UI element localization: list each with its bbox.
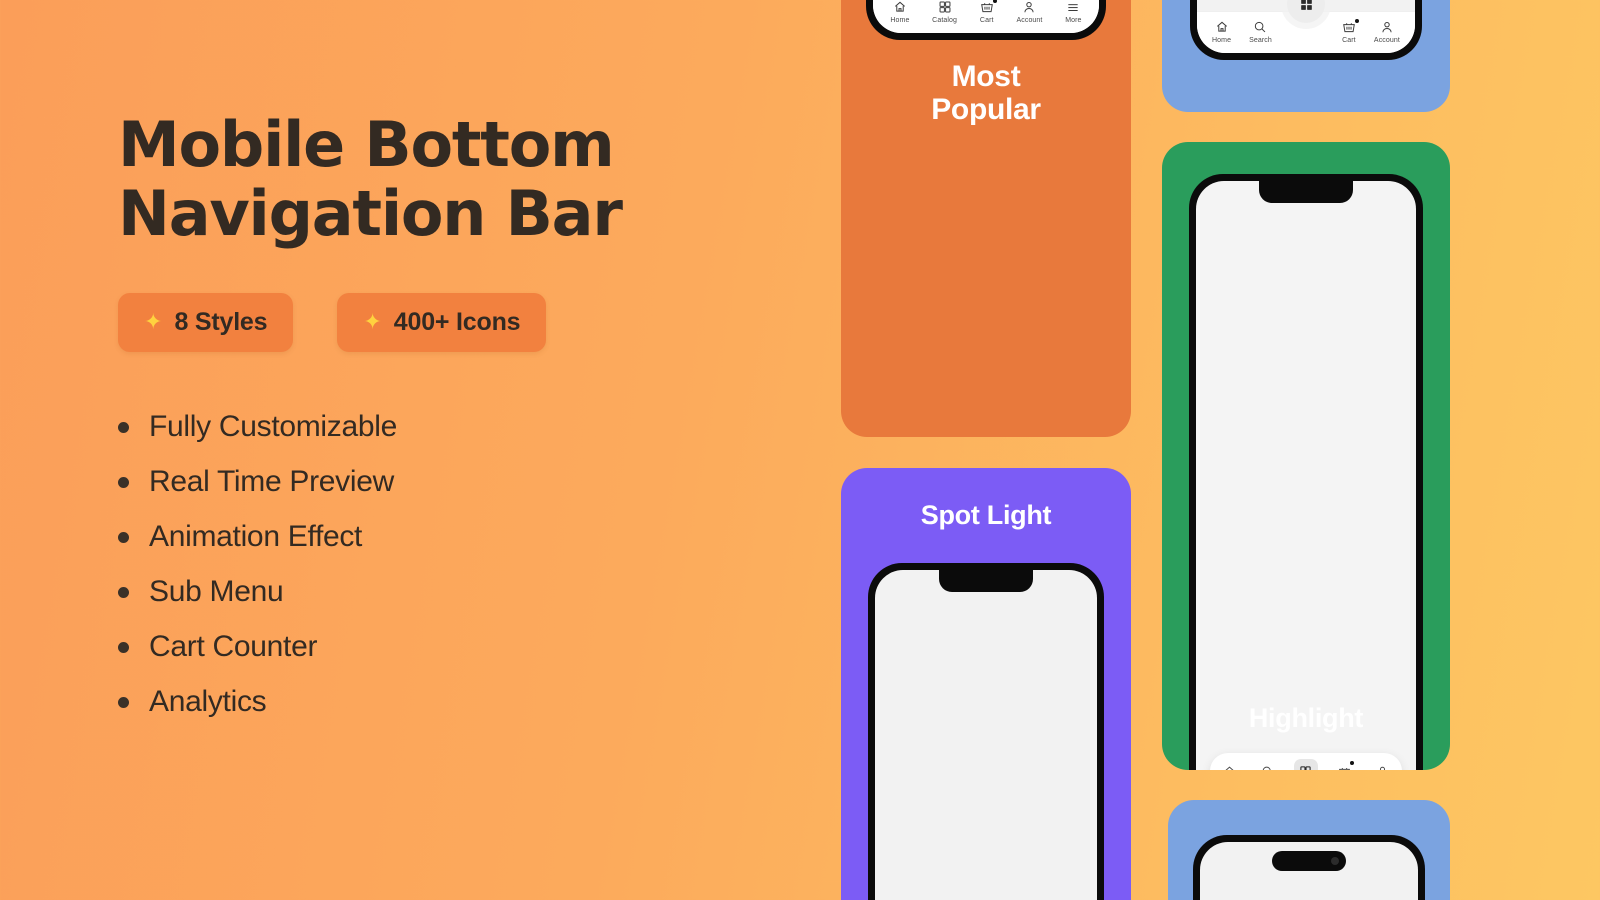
nav-item-home[interactable]: Home [890,0,909,24]
badge-8-styles[interactable]: ✦ 8 Styles [118,292,294,352]
bullet-icon [118,586,129,598]
nav-item-catalog-active[interactable] [1293,759,1318,770]
account-icon [1380,20,1394,34]
menu-icon [1066,0,1080,14]
nav-item-label: Home [1212,37,1232,44]
card-title-highlight: Highlight [1248,703,1364,733]
card-most-popular[interactable]: Search Gift Wishlist [841,0,1131,437]
nav-item-home[interactable] [1217,759,1241,770]
bullet-icon [118,641,129,653]
grid-icon [1300,0,1312,10]
page-title: Mobile Bottom Navigation Bar [118,108,623,251]
feature-label: Animation Effect [149,520,363,554]
feature-label: Real Time Preview [149,465,394,499]
nav-item-label: Account [1373,37,1400,44]
phone-screen: Home Search Cart Account [1197,0,1415,53]
cart-icon [1338,767,1350,770]
list-item: Real Time Preview [118,455,818,510]
nav-item-account[interactable] [1371,759,1395,770]
feature-list: Fully Customizable Real Time Preview Ani… [118,400,818,730]
bullet-icon [118,531,129,543]
dynamic-island [1272,851,1346,871]
cart-badge [1353,18,1360,24]
search-icon [1253,20,1267,34]
feature-label: Cart Counter [149,630,318,664]
bullet-icon [118,696,129,708]
card-spot-light[interactable]: Spot Light [841,468,1131,900]
home-icon [1224,766,1234,770]
badge-label: 8 Styles [174,307,268,336]
nav-item-home[interactable]: Home [1212,20,1231,44]
list-item: Fully Customizable [118,400,818,455]
nav-item-search[interactable] [1256,759,1280,770]
nav-item-label: More [1065,17,1082,24]
feature-label: Analytics [149,685,267,719]
list-item: Animation Effect [118,510,818,565]
feature-label: Sub Menu [149,575,284,609]
badge-label: 400+ Icons [393,307,521,336]
nav-item-label: Home [890,17,910,24]
badge-row: ✦ 8 Styles ✦ 400+ Icons [118,292,818,352]
account-icon [1022,0,1036,14]
sparkles-icon: ✦ [363,309,382,335]
home-icon [1215,20,1229,34]
card-top-blue[interactable]: Home Search Cart Account [1162,0,1450,112]
bullet-icon [118,421,129,433]
phone-screen [875,570,1097,900]
nav-item-label: Catalog [932,17,957,24]
bottom-nav-bar [1210,753,1402,770]
sparkles-icon: ✦ [144,309,163,335]
nav-item-label: Cart [1342,37,1356,44]
badge-400-icons[interactable]: ✦ 400+ Icons [337,292,547,352]
hero-panel: Mobile Bottom Navigation Bar ✦ 8 Styles … [118,110,818,730]
card-highlight[interactable]: Highlight [1162,142,1450,770]
card-bottom-blue[interactable] [1168,800,1450,900]
nav-item-cart[interactable]: Cart [1342,18,1360,44]
cart-badge [991,0,998,4]
account-icon [1380,766,1386,770]
nav-item-account[interactable]: Account [1374,20,1400,44]
phone-screen [1196,181,1416,770]
nav-item-label: Account [1016,17,1043,24]
phone-mockup-most-popular: Search Gift Wishlist [866,0,1106,40]
nav-item-more[interactable]: More [1065,0,1081,24]
nav-item-label: Cart [979,17,994,24]
nav-item-account[interactable]: Account [1016,0,1042,24]
phone-mockup-highlight [1189,174,1423,770]
phone-screen: Search Gift Wishlist [873,0,1099,33]
phone-mockup-bottom-blue [1193,835,1425,900]
card-title-spot-light: Spot Light [920,500,1052,530]
card-title-most-popular: Most Popular [931,60,1041,126]
list-item: Sub Menu [118,565,818,620]
bullet-icon [118,476,129,488]
phone-mockup-top-blue: Home Search Cart Account [1190,0,1422,60]
cart-badge [1349,760,1356,766]
feature-label: Fully Customizable [149,410,398,444]
nav-item-cart[interactable] [1332,759,1356,770]
grid-icon [938,0,952,14]
notch [1259,181,1353,203]
search-icon [1262,766,1271,770]
grid-icon [1300,765,1312,770]
phone-screen [1200,842,1418,900]
home-icon [893,0,907,14]
nav-item-search[interactable]: Search [1249,20,1272,44]
nav-item-catalog[interactable]: Catalog [932,0,957,24]
nav-item-label: Search [1249,37,1272,44]
bottom-nav-bar: Home Catalog Cart Account More [873,0,1099,33]
cart-icon [980,0,998,14]
camera-lens-icon [1331,857,1339,865]
phone-mockup-spot-light [868,563,1104,900]
cart-icon [1342,18,1360,34]
notch [939,570,1033,592]
list-item: Cart Counter [118,620,818,675]
nav-item-cart[interactable]: Cart [979,0,998,24]
list-item: Analytics [118,675,818,730]
